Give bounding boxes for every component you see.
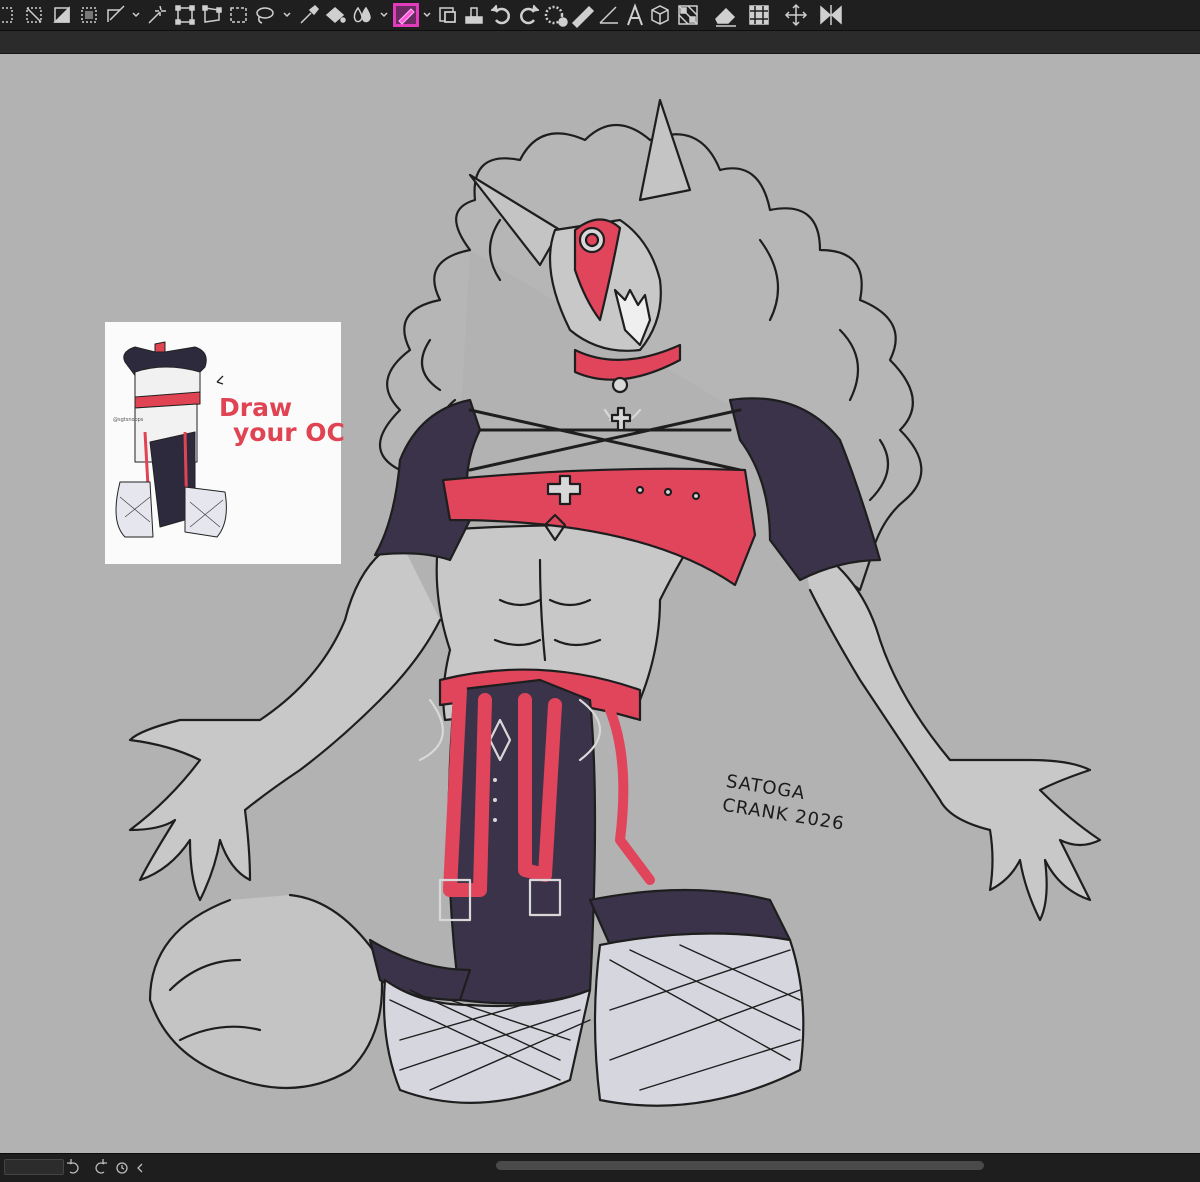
rotate-right-icon[interactable]: [520, 4, 540, 25]
rectangle-select-icon[interactable]: [230, 7, 247, 23]
status-bar: [0, 1153, 1200, 1182]
tail: [148, 893, 384, 1090]
collapse-left-icon[interactable]: [137, 1163, 143, 1173]
magic-wand-icon[interactable]: [148, 5, 166, 24]
eyedropper-icon[interactable]: [300, 4, 320, 24]
ref-title-line2: your OC: [233, 418, 345, 447]
perspective-ruler-icon[interactable]: [599, 6, 618, 24]
undo-icon[interactable]: [67, 1159, 79, 1174]
left-arm: [128, 538, 442, 902]
select-all-icon[interactable]: [0, 7, 13, 23]
deselect-icon[interactable]: [26, 7, 42, 23]
rotation-reset-icon[interactable]: [544, 5, 568, 27]
move-arrows-icon[interactable]: [784, 3, 808, 27]
horizontal-scrollbar[interactable]: [496, 1161, 984, 1170]
tool-property-bar: [0, 31, 1200, 54]
flip-horizontal-icon[interactable]: [820, 5, 842, 25]
chevron-down-icon[interactable]: [132, 12, 140, 18]
pen-brush-icon[interactable]: [393, 3, 419, 27]
right-strap: [605, 705, 655, 885]
invert-selection-icon[interactable]: [53, 6, 70, 23]
chest-harness: [468, 408, 742, 472]
checker-grid-icon[interactable]: [678, 5, 698, 25]
right-stocking: [593, 932, 805, 1107]
fill-bucket-icon[interactable]: [325, 7, 346, 23]
history-controls: [67, 1159, 143, 1174]
rectangle-marquee-icon[interactable]: [81, 7, 97, 23]
eraser-icon[interactable]: [715, 7, 736, 27]
right-arm: [798, 538, 1102, 922]
stamp-icon[interactable]: [465, 7, 483, 24]
history-icon[interactable]: [116, 1162, 128, 1174]
top-toolbar: [0, 0, 1200, 31]
chevron-down-icon[interactable]: [380, 12, 388, 18]
reference-image[interactable]: Draw your OC @sgtsnoops: [105, 322, 345, 564]
text-tool-icon[interactable]: [627, 3, 643, 26]
toolbar-icons: [0, 3, 842, 29]
zoom-field[interactable]: [4, 1159, 64, 1175]
chevron-down-icon[interactable]: [283, 12, 291, 18]
gradient-drop-icon[interactable]: [353, 6, 371, 23]
rotate-left-icon[interactable]: [490, 4, 510, 25]
chevron-down-icon[interactable]: [423, 12, 431, 18]
transform-grid-icon[interactable]: [749, 5, 769, 25]
drawing-canvas[interactable]: Draw your OC @sgtsnoops SATOGA CRANK 202…: [0, 54, 1200, 1153]
layer-selection-icon[interactable]: [439, 7, 456, 23]
perspective-transform-icon[interactable]: [202, 5, 222, 23]
artwork: [128, 98, 1102, 1107]
ref-artist-handle: @sgtsnoops: [113, 417, 144, 423]
redo-icon[interactable]: [95, 1159, 107, 1174]
free-transform-icon[interactable]: [175, 5, 195, 25]
ruler-icon[interactable]: [571, 5, 595, 29]
lasso-select-icon[interactable]: [256, 7, 274, 24]
selection-edit-icon[interactable]: [107, 5, 125, 22]
3d-cube-icon[interactable]: [651, 5, 669, 25]
